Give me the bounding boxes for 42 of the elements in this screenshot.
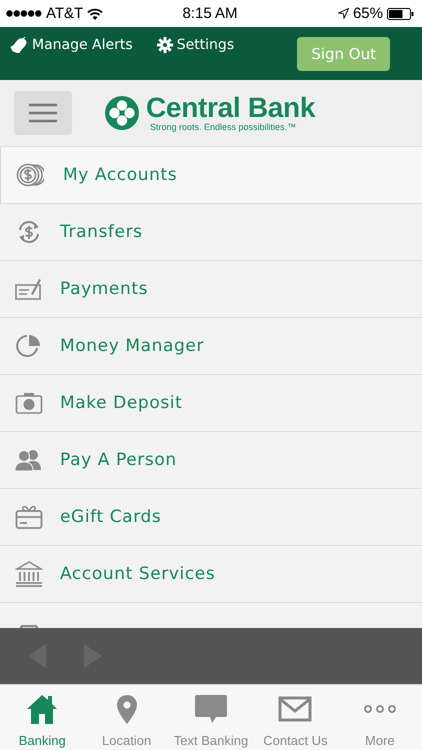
menu-item[interactable]: Account Services: [0, 546, 422, 603]
bank-building-icon: [15, 561, 43, 587]
tab[interactable]: Text Banking: [168, 685, 254, 750]
people-icon: [14, 448, 44, 472]
battery-percent: 65%: [352, 5, 383, 22]
menu-item[interactable]: Make Deposit: [0, 375, 422, 432]
menu-item[interactable]: Transfers: [0, 204, 422, 261]
coins-icon: [16, 163, 44, 187]
manage-alerts-link[interactable]: Manage Alerts: [10, 36, 133, 52]
location-arrow-icon: [338, 8, 349, 19]
tab[interactable]: Contact Us: [253, 685, 338, 750]
pie-chart-icon: [15, 334, 43, 358]
menu-icon: [28, 103, 58, 123]
signal-icon: [6, 10, 42, 17]
camera-icon: [15, 391, 43, 415]
menu-item[interactable]: Pay A Person: [0, 432, 422, 489]
menu-item[interactable]: My Accounts: [0, 147, 422, 204]
tab[interactable]: Banking: [0, 685, 84, 750]
home-icon: [26, 694, 58, 724]
bank-name: Central Bank: [146, 94, 316, 122]
sign-out-button[interactable]: Sign Out: [297, 36, 390, 70]
menu-item[interactable]: Money Manager: [0, 318, 422, 375]
bell-icon: [10, 36, 28, 52]
more-dots-icon: [362, 704, 397, 714]
bank-tagline: Strong roots. Endless possibilities.™: [150, 122, 298, 132]
check-pen-icon: [15, 277, 43, 301]
gift-card-icon: [15, 504, 43, 530]
wifi-icon: [87, 8, 104, 20]
settings-link[interactable]: Settings: [156, 36, 234, 52]
tab[interactable]: Location: [84, 685, 169, 750]
menu-item[interactable]: Payments: [0, 261, 422, 318]
battery-icon: [386, 8, 414, 20]
gear-icon: [156, 36, 173, 52]
carrier-name: AT&T: [46, 5, 84, 22]
clock-time: 8:15 AM: [182, 5, 238, 22]
menu-item[interactable]: eGift Cards: [0, 489, 422, 546]
chat-bubble-icon: [194, 694, 228, 724]
tab[interactable]: More: [338, 685, 422, 750]
envelope-icon: [278, 696, 312, 722]
menu-button[interactable]: [14, 91, 72, 135]
clover-logo-icon: [104, 95, 140, 131]
map-pin-icon: [116, 694, 138, 724]
